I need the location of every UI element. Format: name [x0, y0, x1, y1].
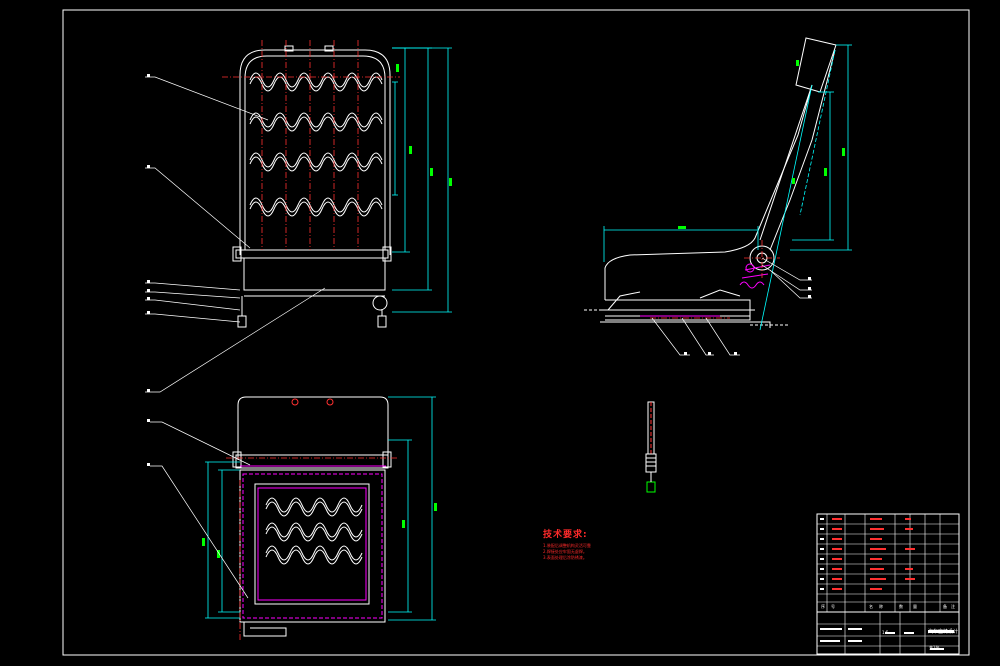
side-view-leaders	[651, 257, 812, 356]
release-lever	[699, 289, 741, 299]
sinuous-spring-2	[249, 112, 383, 128]
slide-handle	[607, 291, 641, 311]
cushion-rear-frame	[237, 396, 389, 460]
hinge-pin-right	[382, 451, 392, 468]
side-headrest	[795, 37, 837, 93]
recliner-knob	[372, 295, 388, 311]
sinuous-spring-3	[249, 152, 383, 168]
title-block-header: 备	[943, 604, 947, 609]
sheet-label: 共1张	[929, 645, 940, 650]
drawing-title: 汽车座椅设计	[928, 629, 959, 635]
seat-side-view	[584, 37, 837, 328]
rear-bolt	[291, 398, 299, 406]
hinge-pin-left	[232, 451, 242, 468]
side-view-dimensions	[603, 44, 852, 331]
side-back-profile	[769, 49, 836, 251]
side-view-centerlines	[650, 240, 780, 319]
title-block-header: 量	[913, 604, 917, 609]
adjuster-nut	[645, 453, 657, 473]
top-view-leaders	[150, 421, 251, 599]
rear-bolt	[326, 398, 334, 406]
back-bottom-bracket	[243, 258, 386, 291]
seat-back-front-view	[232, 45, 392, 328]
leader-balloons	[147, 74, 150, 466]
title-block-header: 注	[951, 604, 955, 609]
side-cushion-profile	[604, 84, 813, 300]
adjuster-foot	[646, 481, 656, 493]
title-block-header: 序	[821, 604, 825, 609]
top-view-centerlines	[226, 457, 398, 640]
back-lower-crossbar	[235, 249, 389, 259]
cushion-front-rail	[243, 622, 287, 637]
technical-requirements-title: 技术要求:	[543, 530, 588, 540]
adjuster-detail-view	[645, 401, 657, 493]
adjuster-thread	[646, 457, 656, 467]
sinuous-spring-4	[249, 197, 383, 213]
foot-bolt-right	[377, 315, 387, 328]
back-frame-inner	[244, 55, 386, 250]
top-view-magenta-outline	[240, 465, 386, 619]
front-view-dim-text	[396, 64, 452, 186]
side-view-dim-text	[678, 60, 845, 229]
scale-label: 1:5	[882, 630, 889, 635]
sinuous-spring-1b	[249, 76, 383, 92]
sinuous-spring-4b	[249, 201, 383, 217]
sinuous-spring-2b	[249, 116, 383, 132]
front-view-centerlines	[222, 40, 400, 250]
title-block-header: 名	[869, 604, 873, 609]
title-block-header: 号	[831, 604, 835, 609]
front-view-dimensions	[392, 47, 452, 313]
title-block: 序 号 名 称 数 量 备 注 汽车座椅设计 1:5 共1张	[817, 514, 959, 654]
title-block-header: 称	[879, 604, 883, 609]
technical-requirements: 技术要求: 1.装配后调整机构灵活可靠 2.焊接处应牢固无虚焊。 3.表面处理后…	[543, 527, 591, 561]
foot-bolt-left	[237, 315, 247, 328]
cushion-outer-frame	[239, 469, 386, 623]
title-block-header: 数	[899, 604, 903, 609]
sinuous-spring-3b	[249, 156, 383, 172]
sinuous-spring-1	[249, 72, 383, 88]
technical-requirement-line: 3.表面处理后涂防锈漆。	[543, 555, 587, 560]
